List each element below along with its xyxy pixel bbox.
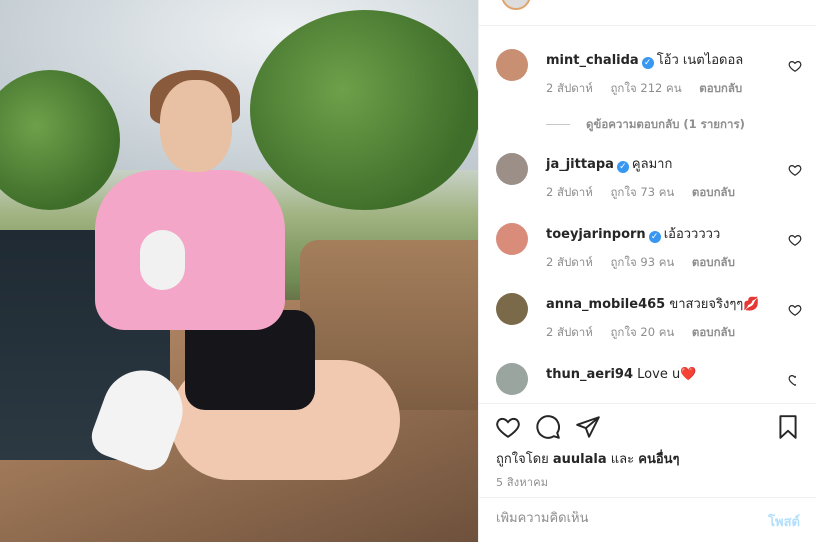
post-button[interactable]: โพสต์: [768, 511, 800, 532]
verified-badge-icon: ✓: [648, 231, 661, 243]
avatar-fill: [496, 363, 528, 395]
reply-button[interactable]: ตอบกลับ: [692, 325, 735, 339]
comment-heart-icon[interactable]: [788, 59, 802, 73]
share-icon[interactable]: [575, 414, 601, 440]
comment-likes[interactable]: ถูกใจ 93 คน: [610, 255, 674, 269]
comment-text: เอ้อววววว: [663, 227, 721, 242]
photo-face: [160, 80, 232, 172]
comment-line: anna_mobile465 ขาสวยจริงๆๆ💋: [546, 296, 759, 314]
comment-line: thun_aeri94 Love u❤️: [546, 366, 696, 384]
comment-meta: 2 สัปดาห์ ถูกใจ 93 คน ตอบกลับ: [546, 254, 749, 272]
avatar[interactable]: [496, 153, 528, 185]
comment-username[interactable]: toeyjarinporn: [546, 227, 646, 242]
comments-panel: mint_chalida ✓ โอ้ว เนตไอดอล 2 สัปดาห์ ถูก…: [478, 0, 816, 542]
post-photo[interactable]: [0, 0, 478, 542]
comment-likes[interactable]: ถูกใจ 212 คน: [610, 81, 681, 95]
post-date[interactable]: 5 สิงหาคม: [496, 473, 548, 491]
liked-by-others[interactable]: คนอื่นๆ: [638, 452, 679, 467]
comment-heart-icon[interactable]: [788, 303, 802, 317]
comment-time[interactable]: 2 สัปดาห์: [546, 325, 593, 339]
comment-username[interactable]: anna_mobile465: [546, 297, 665, 312]
photo-handbag: [140, 230, 185, 290]
comment-line: mint_chalida ✓ โอ้ว เนตไอดอล: [546, 52, 743, 70]
liked-by-user[interactable]: auulala: [553, 452, 607, 467]
verified-badge-icon: ✓: [641, 57, 654, 69]
comment-line: toeyjarinporn ✓ เอ้อววววว: [546, 226, 720, 244]
verified-badge-icon: ✓: [616, 161, 629, 173]
comment-meta: 2 สัปดาห์ ถูกใจ 73 คน ตอบกลับ: [546, 184, 749, 202]
reply-button[interactable]: ตอบกลับ: [692, 255, 735, 269]
photo-tree-right: [250, 10, 478, 210]
comment-input[interactable]: [496, 511, 736, 526]
comment-line: ja_jittapa ✓ คูลมาก: [546, 156, 672, 174]
view-replies-label[interactable]: ดูข้อความตอบกลับ (1 รายการ): [586, 117, 745, 131]
avatar[interactable]: [496, 363, 528, 395]
liked-by: ถูกใจโดย auulala และ คนอื่นๆ: [496, 448, 680, 469]
comment-likes[interactable]: ถูกใจ 73 คน: [610, 185, 674, 199]
comment-likes[interactable]: ถูกใจ 20 คน: [610, 325, 674, 339]
liked-by-and: และ: [610, 452, 635, 467]
comment-heart-icon[interactable]: [788, 233, 802, 247]
avatar[interactable]: [496, 223, 528, 255]
avatar[interactable]: [496, 293, 528, 325]
author-avatar[interactable]: [501, 0, 531, 10]
comment-icon[interactable]: [535, 414, 561, 440]
heart-icon[interactable]: [495, 414, 521, 440]
comment-heart-icon[interactable]: [788, 373, 796, 387]
comment-username[interactable]: thun_aeri94: [546, 367, 633, 382]
comment-item: thun_aeri94 Love u❤️: [496, 363, 796, 401]
avatar-fill: [496, 223, 528, 255]
photo-pink-sweater: [95, 170, 285, 330]
comment-text: ขาสวยจริงๆๆ💋: [669, 297, 760, 312]
avatar-fill: [496, 153, 528, 185]
avatar-fill: [496, 49, 528, 81]
comment-username[interactable]: ja_jittapa: [546, 157, 614, 172]
comment-heart-icon[interactable]: [788, 163, 802, 177]
avatar-fill: [496, 293, 528, 325]
comment-text: โอ้ว เนตไอดอล: [656, 53, 744, 68]
comment-time[interactable]: 2 สัปดาห์: [546, 255, 593, 269]
post-header: [479, 0, 816, 26]
add-comment-bar: โพสต์: [479, 497, 816, 542]
reply-button[interactable]: ตอบกลับ: [692, 185, 735, 199]
comment-username[interactable]: mint_chalida: [546, 53, 639, 68]
comment-meta: 2 สัปดาห์ ถูกใจ 212 คน ตอบกลับ: [546, 80, 756, 98]
comment-time[interactable]: 2 สัปดาห์: [546, 185, 593, 199]
comment-meta: 2 สัปดาห์ ถูกใจ 20 คน ตอบกลับ: [546, 324, 749, 342]
comment-text: คูลมาก: [631, 157, 673, 172]
comment-text: Love u❤️: [637, 367, 697, 382]
comment-time[interactable]: 2 สัปดาห์: [546, 81, 593, 95]
view-replies-button[interactable]: ดูข้อความตอบกลับ (1 รายการ): [546, 116, 745, 134]
action-bar: [479, 404, 816, 454]
avatar[interactable]: [496, 49, 528, 81]
replies-dash: [546, 124, 570, 125]
reply-button[interactable]: ตอบกลับ: [699, 81, 742, 95]
liked-by-prefix: ถูกใจโดย: [496, 452, 549, 467]
bookmark-icon[interactable]: [775, 414, 801, 440]
